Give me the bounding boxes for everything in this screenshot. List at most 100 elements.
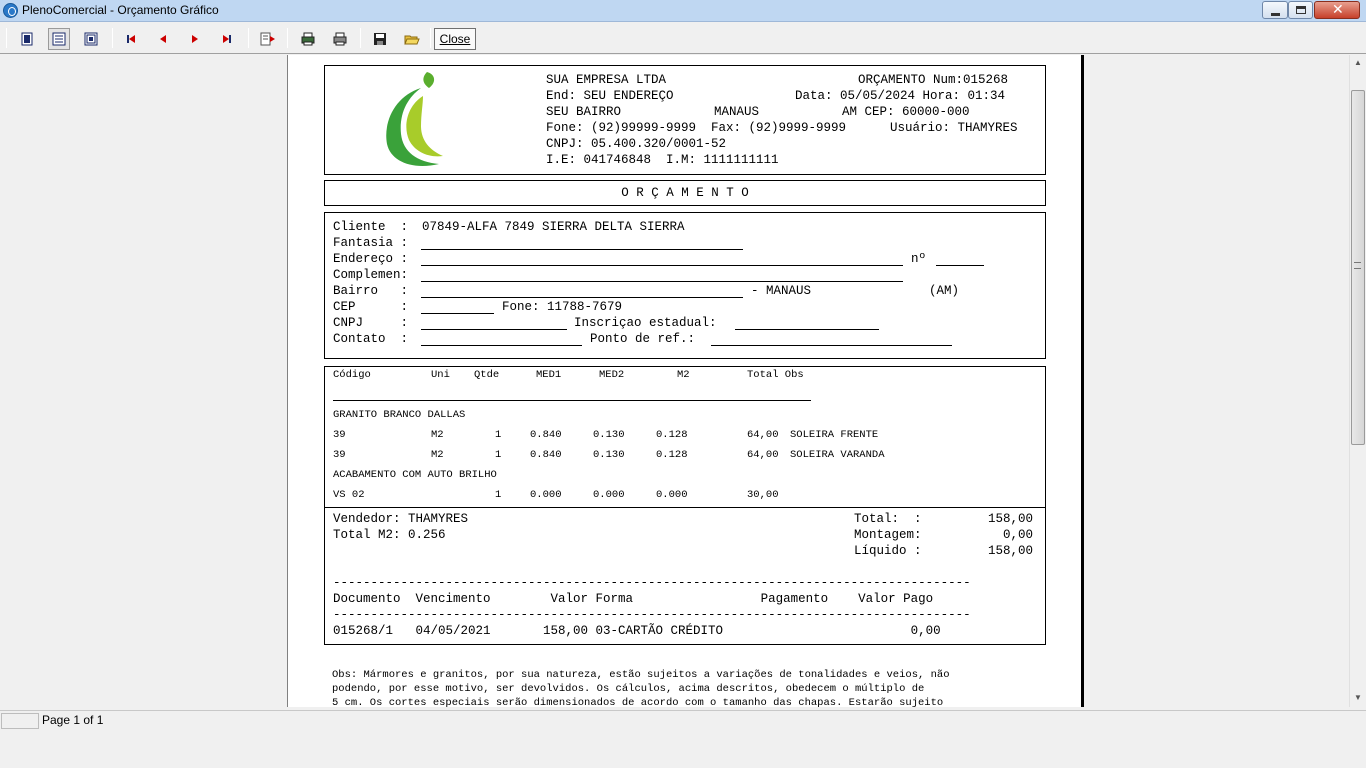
- page-info: Page 1 of 1: [42, 713, 104, 727]
- page-width-icon[interactable]: [48, 28, 70, 50]
- cell-qtde: 1: [495, 429, 502, 441]
- print-icon[interactable]: [329, 28, 351, 50]
- col-total-obs: Total Obs: [747, 369, 804, 381]
- company-bairro: SEU BAIRRO: [546, 105, 622, 119]
- company-cnpj: CNPJ: 05.400.320/0001-52: [546, 137, 727, 151]
- toolbar-separator: [112, 28, 113, 48]
- maximize-button[interactable]: [1288, 1, 1313, 19]
- save-icon[interactable]: [369, 28, 391, 50]
- prev-page-icon[interactable]: [152, 28, 174, 50]
- endereco-label: Endereço :: [333, 252, 409, 266]
- endereco-blank: [421, 265, 903, 266]
- next-page-icon[interactable]: [184, 28, 206, 50]
- numero-label: nº: [911, 252, 927, 266]
- cell-obs: SOLEIRA VARANDA: [790, 449, 885, 461]
- col-m2: M2: [677, 369, 690, 381]
- col-qtde: Qtde: [474, 369, 500, 381]
- cell-codigo: 39: [333, 429, 346, 441]
- cell-m2: 0.128: [656, 449, 688, 461]
- app-icon: [3, 3, 18, 18]
- cnpj-label: CNPJ :: [333, 316, 409, 330]
- client-name: 07849-ALFA 7849 SIERRA DELTA SIERRA: [422, 220, 685, 234]
- title-bar: PlenoComercial - Orçamento Gráfico ✕: [0, 0, 1366, 22]
- client-box: Cliente : 07849-ALFA 7849 SIERRA DELTA S…: [324, 212, 1046, 359]
- cell-med2: 0.130: [593, 429, 625, 441]
- obs-line: podendo, por esse motivo, ser devolvidos…: [332, 683, 925, 695]
- zoom-100-icon[interactable]: [80, 28, 102, 50]
- whole-page-icon[interactable]: [16, 28, 38, 50]
- window-title: PlenoComercial - Orçamento Gráfico: [22, 3, 219, 17]
- contato-blank: [421, 345, 582, 346]
- montagem-value: 0,00: [1002, 528, 1033, 542]
- numero-blank: [936, 265, 984, 266]
- vertical-scrollbar[interactable]: ▲ ▼: [1349, 55, 1366, 707]
- complemento-blank: [421, 281, 903, 282]
- bairro-label: Bairro :: [333, 284, 409, 298]
- toolbar-separator: [6, 28, 7, 48]
- cnpj-blank: [421, 329, 567, 330]
- bairro-blank: [421, 297, 743, 298]
- cell-total: 30,00: [747, 489, 779, 501]
- minimize-button[interactable]: [1262, 1, 1288, 19]
- cell-med2: 0.000: [593, 489, 625, 501]
- toolbar-separator: [430, 28, 431, 48]
- status-cell: [1, 713, 39, 729]
- company-address: End: SEU ENDEREÇO: [546, 89, 674, 103]
- cell-med2: 0.130: [593, 449, 625, 461]
- client-state: (AM): [929, 284, 960, 298]
- liquido-value: 158,00: [987, 544, 1033, 558]
- quote-user: Usuário: THAMYRES: [890, 121, 1018, 135]
- col-codigo: Código: [333, 369, 371, 381]
- cell-med1: 0.000: [530, 489, 562, 501]
- dash-separator: ----------------------------------------…: [333, 608, 969, 622]
- col-med2: MED2: [599, 369, 625, 381]
- cell-obs: SOLEIRA FRENTE: [790, 429, 879, 441]
- company-phones: Fone: (92)99999-9999 Fax: (92)9999-9999: [546, 121, 847, 135]
- total-label: Total: :: [854, 512, 922, 526]
- client-phone: Fone: 11788-7679: [502, 300, 623, 314]
- quote-number: ORÇAMENTO Num:015268: [858, 73, 1009, 87]
- window-close-button[interactable]: ✕: [1314, 1, 1360, 19]
- status-bar: Page 1 of 1: [0, 710, 1366, 730]
- company-header-box: SUA EMPRESA LTDA ORÇAMENTO Num:015268 En…: [324, 65, 1046, 175]
- totals-divider: [325, 507, 1045, 508]
- dash-separator: ----------------------------------------…: [333, 576, 969, 590]
- items-box: Código Uni Qtde MED1 MED2 M2 Total Obs G…: [324, 366, 1046, 645]
- printer-setup-icon[interactable]: [297, 28, 319, 50]
- fantasia-blank: [421, 249, 743, 250]
- cep-label: CEP :: [333, 300, 409, 314]
- company-logo: [386, 72, 443, 166]
- complemento-label: Complemen:: [333, 268, 409, 282]
- first-page-icon[interactable]: [120, 28, 142, 50]
- company-name: SUA EMPRESA LTDA: [546, 73, 667, 87]
- page-edge: [1081, 55, 1084, 707]
- toolbar-separator: [360, 28, 361, 48]
- cell-codigo: 39: [333, 449, 346, 461]
- col-uni: Uni: [431, 369, 450, 381]
- open-icon[interactable]: [401, 28, 423, 50]
- company-state-cep: AM CEP: 60000-000: [842, 105, 970, 119]
- preview-viewport: SUA EMPRESA LTDA ORÇAMENTO Num:015268 En…: [0, 55, 1349, 707]
- header-underline: [333, 400, 811, 401]
- goto-page-icon[interactable]: [257, 28, 279, 50]
- cell-total: 64,00: [747, 429, 779, 441]
- cell-m2: 0.000: [656, 489, 688, 501]
- client-label: Cliente :: [333, 220, 409, 234]
- obs-line: Obs: Mármores e granitos, por sua nature…: [332, 669, 950, 681]
- document-title: O R Ç A M E N T O: [621, 186, 749, 200]
- cell-med1: 0.840: [530, 449, 562, 461]
- toolbar: Close: [0, 22, 1366, 54]
- cell-m2: 0.128: [656, 429, 688, 441]
- scroll-up-icon[interactable]: ▲: [1354, 58, 1362, 67]
- close-button[interactable]: Close: [434, 28, 476, 50]
- vendedor: Vendedor: THAMYRES: [333, 512, 469, 526]
- scroll-down-icon[interactable]: ▼: [1354, 693, 1362, 702]
- group-name: ACABAMENTO COM AUTO BRILHO: [333, 469, 497, 481]
- toolbar-separator: [287, 28, 288, 48]
- cell-uni: M2: [431, 429, 444, 441]
- last-page-icon[interactable]: [216, 28, 238, 50]
- cell-codigo: VS 02: [333, 489, 365, 501]
- cell-uni: M2: [431, 449, 444, 461]
- montagem-label: Montagem:: [854, 528, 922, 542]
- client-city: - MANAUS: [751, 284, 812, 298]
